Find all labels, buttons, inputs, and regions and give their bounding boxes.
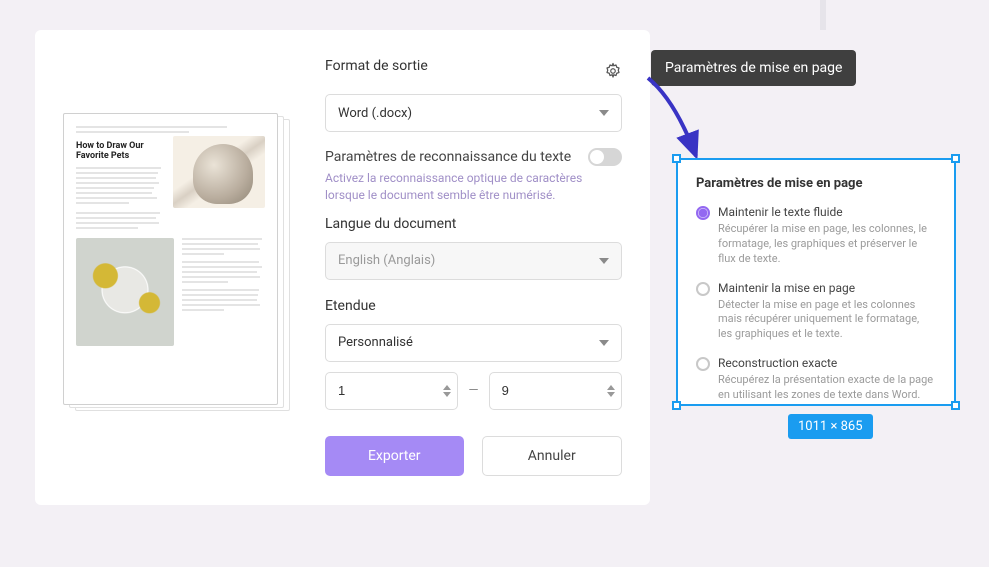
stepper-down-icon[interactable]	[607, 392, 615, 397]
layout-settings-panel: Paramètres de mise en page Maintenir le …	[676, 158, 956, 406]
range-section-label: Etendue	[325, 298, 622, 314]
range-to-stepper[interactable]	[489, 372, 622, 410]
ocr-toggle[interactable]	[588, 148, 622, 166]
layout-option-label: Reconstruction exacte	[718, 356, 936, 370]
selection-handle[interactable]	[672, 401, 681, 410]
layout-option-desc: Récupérer la mise en page, les colonnes,…	[718, 222, 936, 267]
gear-icon[interactable]	[604, 62, 622, 80]
ocr-label: Paramètres de reconnaissance du texte	[325, 149, 571, 165]
language-dropdown: English (Anglais)	[325, 242, 622, 280]
layout-option-desc: Détecter la mise en page et les colonnes…	[718, 298, 936, 343]
range-dropdown[interactable]: Personnalisé	[325, 324, 622, 362]
ocr-description: Activez la reconnaissance optique de car…	[325, 170, 622, 204]
chevron-down-icon	[599, 340, 609, 346]
preview-heading: How to Draw Our Favorite Pets	[76, 141, 165, 162]
cancel-button[interactable]: Annuler	[482, 436, 623, 476]
format-section-label: Format de sortie	[325, 58, 428, 74]
language-dropdown-value: English (Anglais)	[338, 253, 435, 268]
chevron-down-icon	[599, 258, 609, 264]
document-preview: How to Draw Our Favorite Pets	[63, 113, 293, 477]
layout-option-maintain[interactable]: Maintenir la mise en page Détecter la mi…	[696, 281, 936, 343]
range-from-stepper[interactable]	[325, 372, 458, 410]
dimensions-badge: 1011 × 865	[788, 414, 873, 439]
export-button[interactable]: Exporter	[325, 436, 464, 476]
export-dialog: How to Draw Our Favorite Pets	[35, 30, 650, 505]
format-dropdown[interactable]: Word (.docx)	[325, 94, 622, 132]
layout-option-label: Maintenir la mise en page	[718, 281, 936, 295]
range-to-input[interactable]	[502, 383, 607, 398]
selection-handle[interactable]	[951, 401, 960, 410]
gear-tooltip: Paramètres de mise en page	[651, 50, 856, 86]
radio-icon	[696, 282, 710, 296]
radio-icon	[696, 357, 710, 371]
layout-option-flowing[interactable]: Maintenir le texte fluide Récupérer la m…	[696, 205, 936, 267]
range-from-input[interactable]	[338, 383, 443, 398]
layout-panel-title: Paramètres de mise en page	[696, 176, 936, 191]
selection-handle[interactable]	[951, 154, 960, 163]
stepper-up-icon[interactable]	[443, 385, 451, 390]
range-dropdown-value: Personnalisé	[338, 335, 413, 350]
path-connector	[820, 0, 826, 30]
radio-selected-icon	[696, 206, 710, 220]
stepper-down-icon[interactable]	[443, 392, 451, 397]
format-dropdown-value: Word (.docx)	[338, 106, 412, 121]
chevron-down-icon	[599, 110, 609, 116]
selection-handle[interactable]	[672, 154, 681, 163]
layout-option-desc: Récupérez la présentation exacte de la p…	[718, 373, 936, 403]
layout-option-exact[interactable]: Reconstruction exacte Récupérez la prése…	[696, 356, 936, 403]
language-section-label: Langue du document	[325, 216, 622, 232]
range-dash: —	[468, 383, 478, 398]
layout-option-label: Maintenir le texte fluide	[718, 205, 936, 219]
stepper-up-icon[interactable]	[607, 385, 615, 390]
